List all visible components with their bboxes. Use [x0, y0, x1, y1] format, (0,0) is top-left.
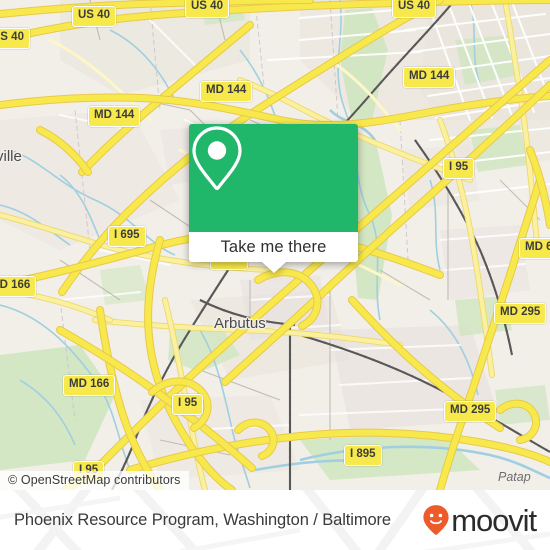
road-shield: MD 295: [444, 401, 497, 422]
road-shield: MD 166: [63, 375, 116, 396]
road-shield: US 40: [185, 0, 229, 18]
moovit-brand[interactable]: moovit: [422, 502, 537, 538]
road-shield: US 40: [392, 0, 436, 18]
road-shield: I 95: [443, 158, 475, 179]
road-shield: MD 295: [494, 303, 547, 324]
callout-action-area[interactable]: Take me there: [189, 232, 358, 273]
footer-bar: Phoenix Resource Program, Washington / B…: [0, 490, 550, 550]
footer-title: Phoenix Resource Program, Washington / B…: [14, 510, 392, 529]
river-label-patapsco: Patap: [498, 470, 531, 484]
road-shield: MD 144: [200, 81, 253, 102]
moovit-wordmark: moovit: [451, 502, 537, 538]
place-label-catonsville: ville: [0, 148, 22, 165]
callout-pointer-tail: [261, 262, 286, 273]
map-canvas[interactable]: .wtr{fill:none;stroke:#9fcfe0;stroke-wid…: [0, 0, 550, 490]
road-shield: MD 166: [0, 276, 37, 297]
road-shield: I 695: [108, 226, 146, 247]
osm-attribution[interactable]: © OpenStreetMap contributors: [0, 471, 189, 490]
road-shield: US 40: [72, 6, 116, 27]
road-shield: MD 144: [88, 106, 141, 127]
place-label-arbutus: Arbutus: [214, 315, 266, 332]
take-me-there-label: Take me there: [220, 237, 327, 256]
road-shield: US 40: [0, 28, 30, 49]
location-callout-card[interactable]: Take me there: [189, 124, 358, 273]
road-shield: I 95: [172, 394, 204, 415]
footer-content: Phoenix Resource Program, Washington / B…: [0, 504, 550, 536]
screenshot-root: .wtr{fill:none;stroke:#9fcfe0;stroke-wid…: [0, 0, 550, 550]
road-shield: I 895: [344, 445, 382, 466]
road-shield: MD 695: [519, 238, 550, 259]
road-shield: MD 144: [403, 67, 456, 88]
moovit-pin-smiley-icon: [422, 504, 450, 536]
callout-icon-area: [189, 124, 358, 232]
